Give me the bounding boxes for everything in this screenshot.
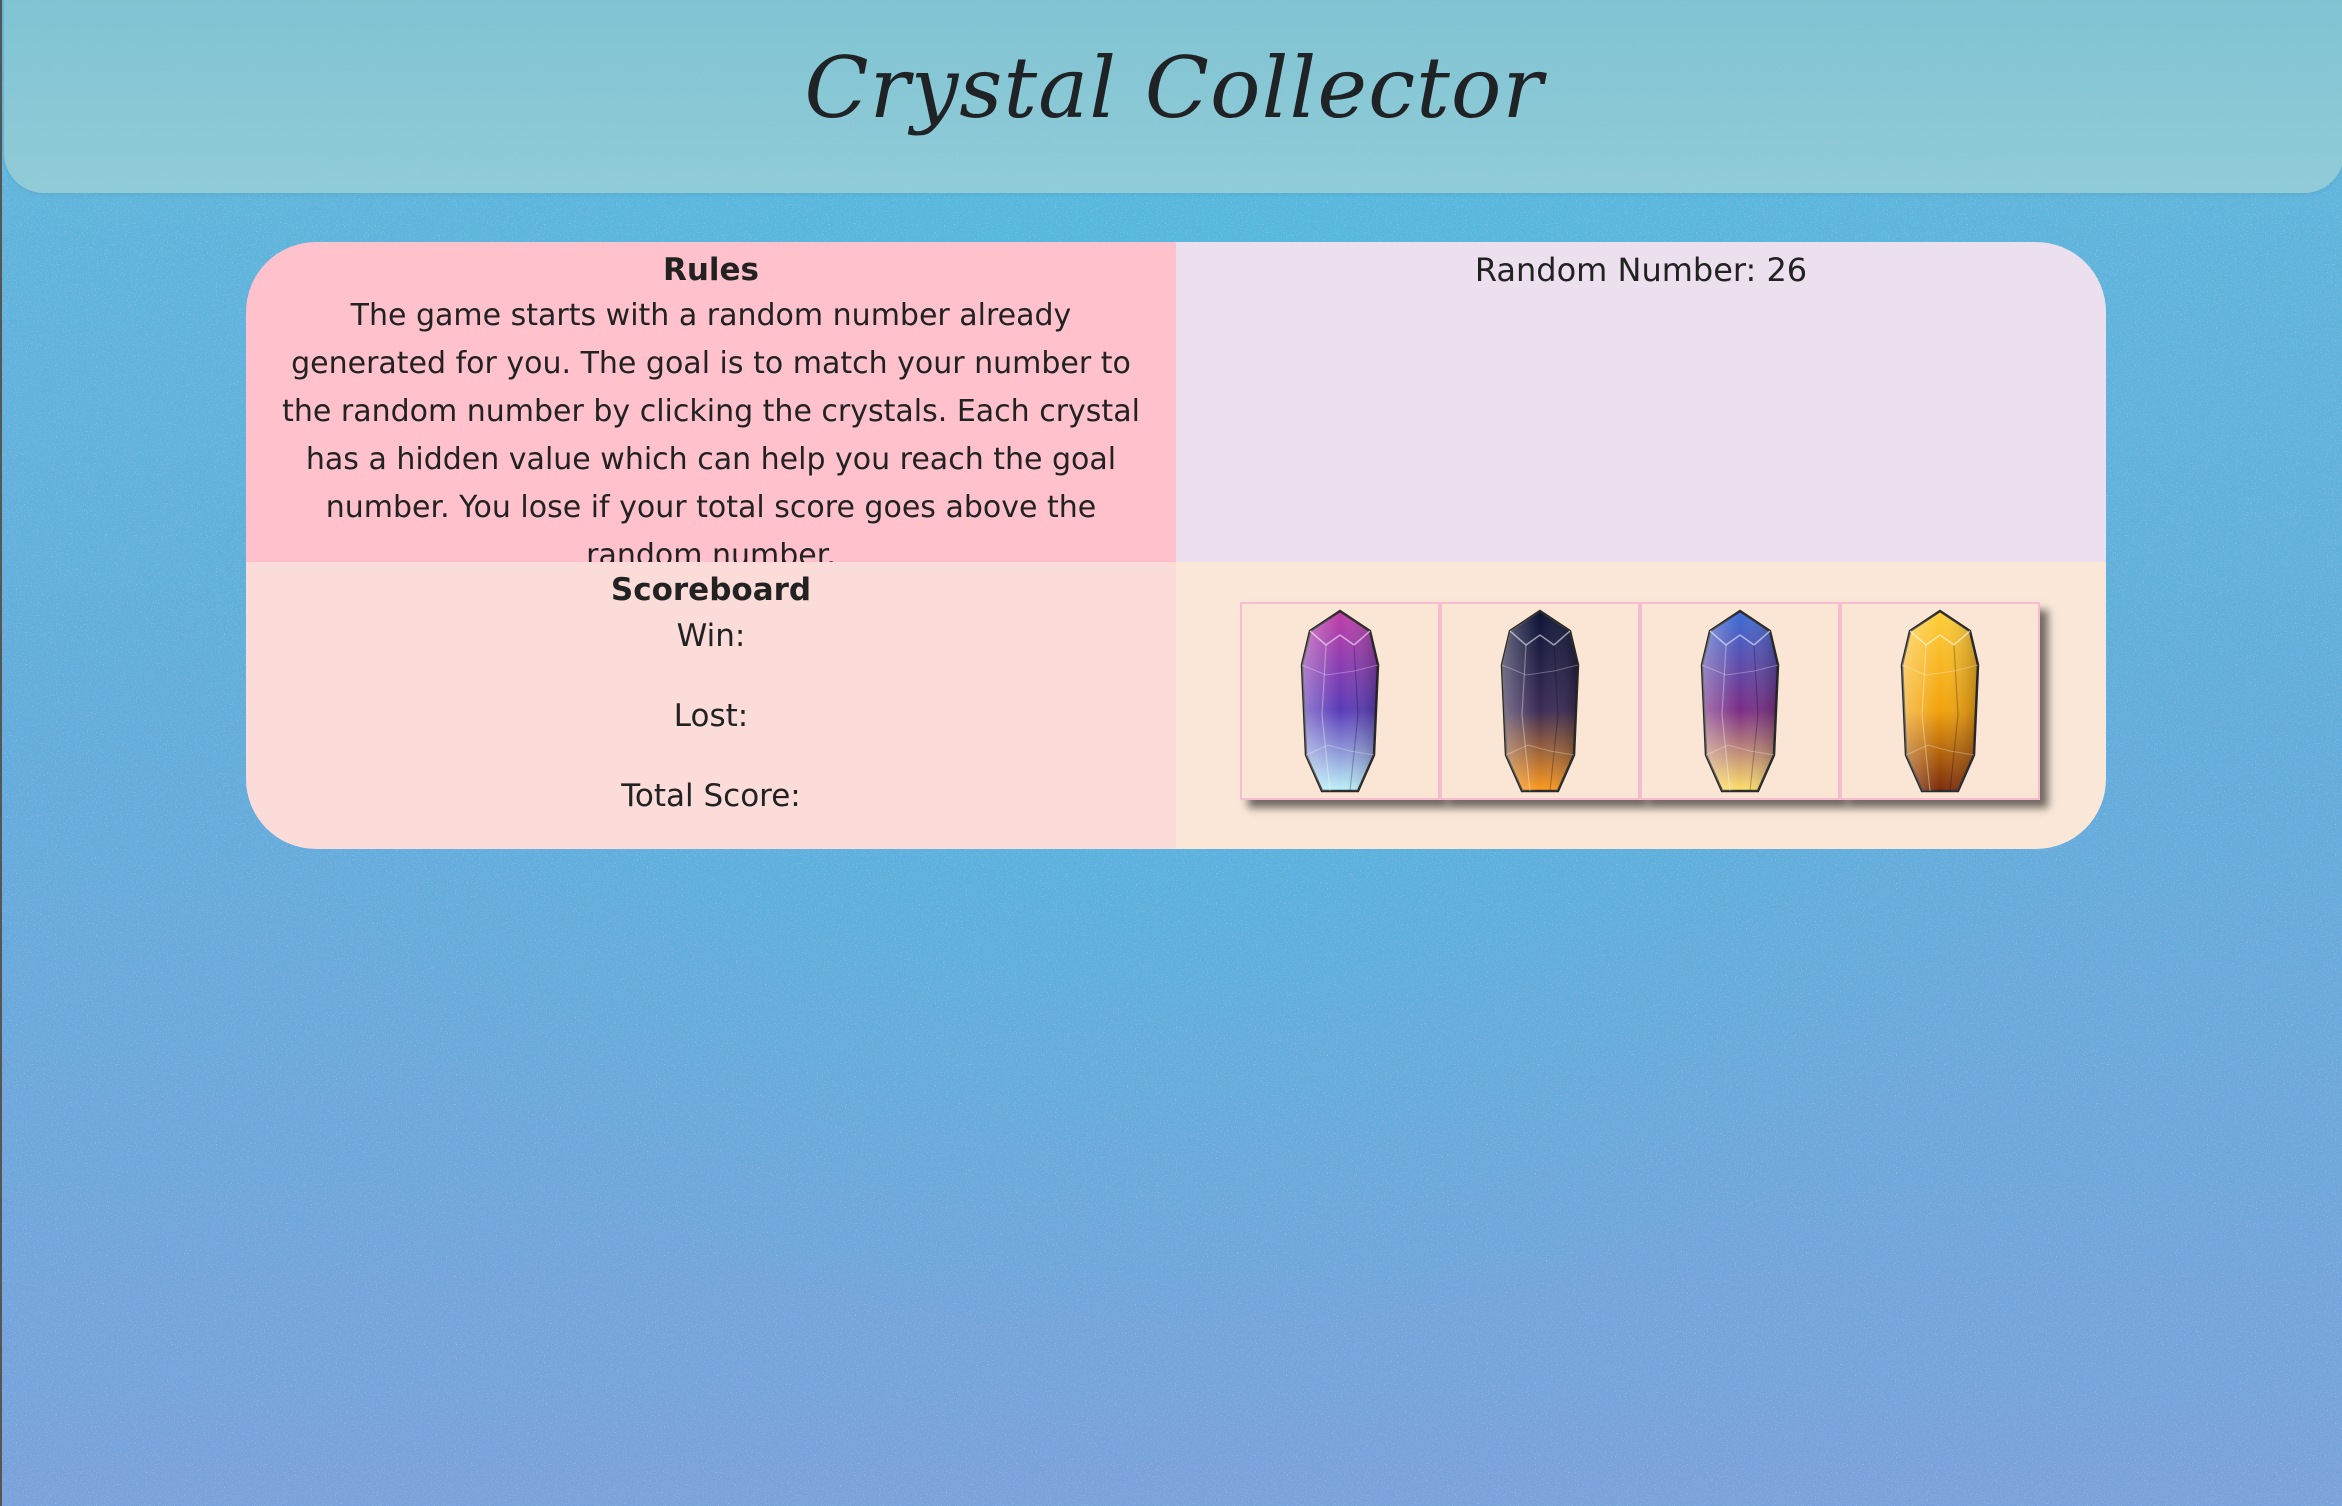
win-count: Win: — [676, 618, 746, 654]
header-bar: Crystal Collector — [4, 0, 2342, 193]
crystals-panel — [1176, 562, 2106, 849]
dark-fire-crystal-button[interactable] — [1440, 602, 1640, 800]
page-title: Crystal Collector — [804, 39, 1544, 137]
nebula-crystal-icon — [1700, 609, 1780, 793]
dark-fire-crystal-icon — [1500, 609, 1580, 793]
crystal-row — [1240, 602, 2040, 800]
game-board: Rules The game starts with a random numb… — [246, 242, 2106, 849]
random-number: Random Number: 26 — [1474, 251, 1808, 289]
scoreboard-heading: Scoreboard — [610, 572, 812, 608]
rules-text: The game starts with a random number alr… — [282, 298, 1140, 573]
purple-blue-crystal-icon — [1300, 609, 1380, 793]
total-score: Total Score: — [621, 778, 801, 814]
amber-crystal-icon — [1900, 609, 1980, 793]
random-number-panel: Random Number: 26 — [1176, 242, 2106, 562]
nebula-crystal-button[interactable] — [1640, 602, 1840, 800]
purple-blue-crystal-button[interactable] — [1240, 602, 1440, 800]
rules-panel: Rules The game starts with a random numb… — [246, 242, 1176, 573]
rules-heading: Rules — [662, 252, 760, 288]
scoreboard-panel: Scoreboard Win: Lost: Total Score: — [246, 562, 1176, 849]
lost-count: Lost: — [673, 698, 749, 734]
amber-crystal-button[interactable] — [1840, 602, 2040, 800]
